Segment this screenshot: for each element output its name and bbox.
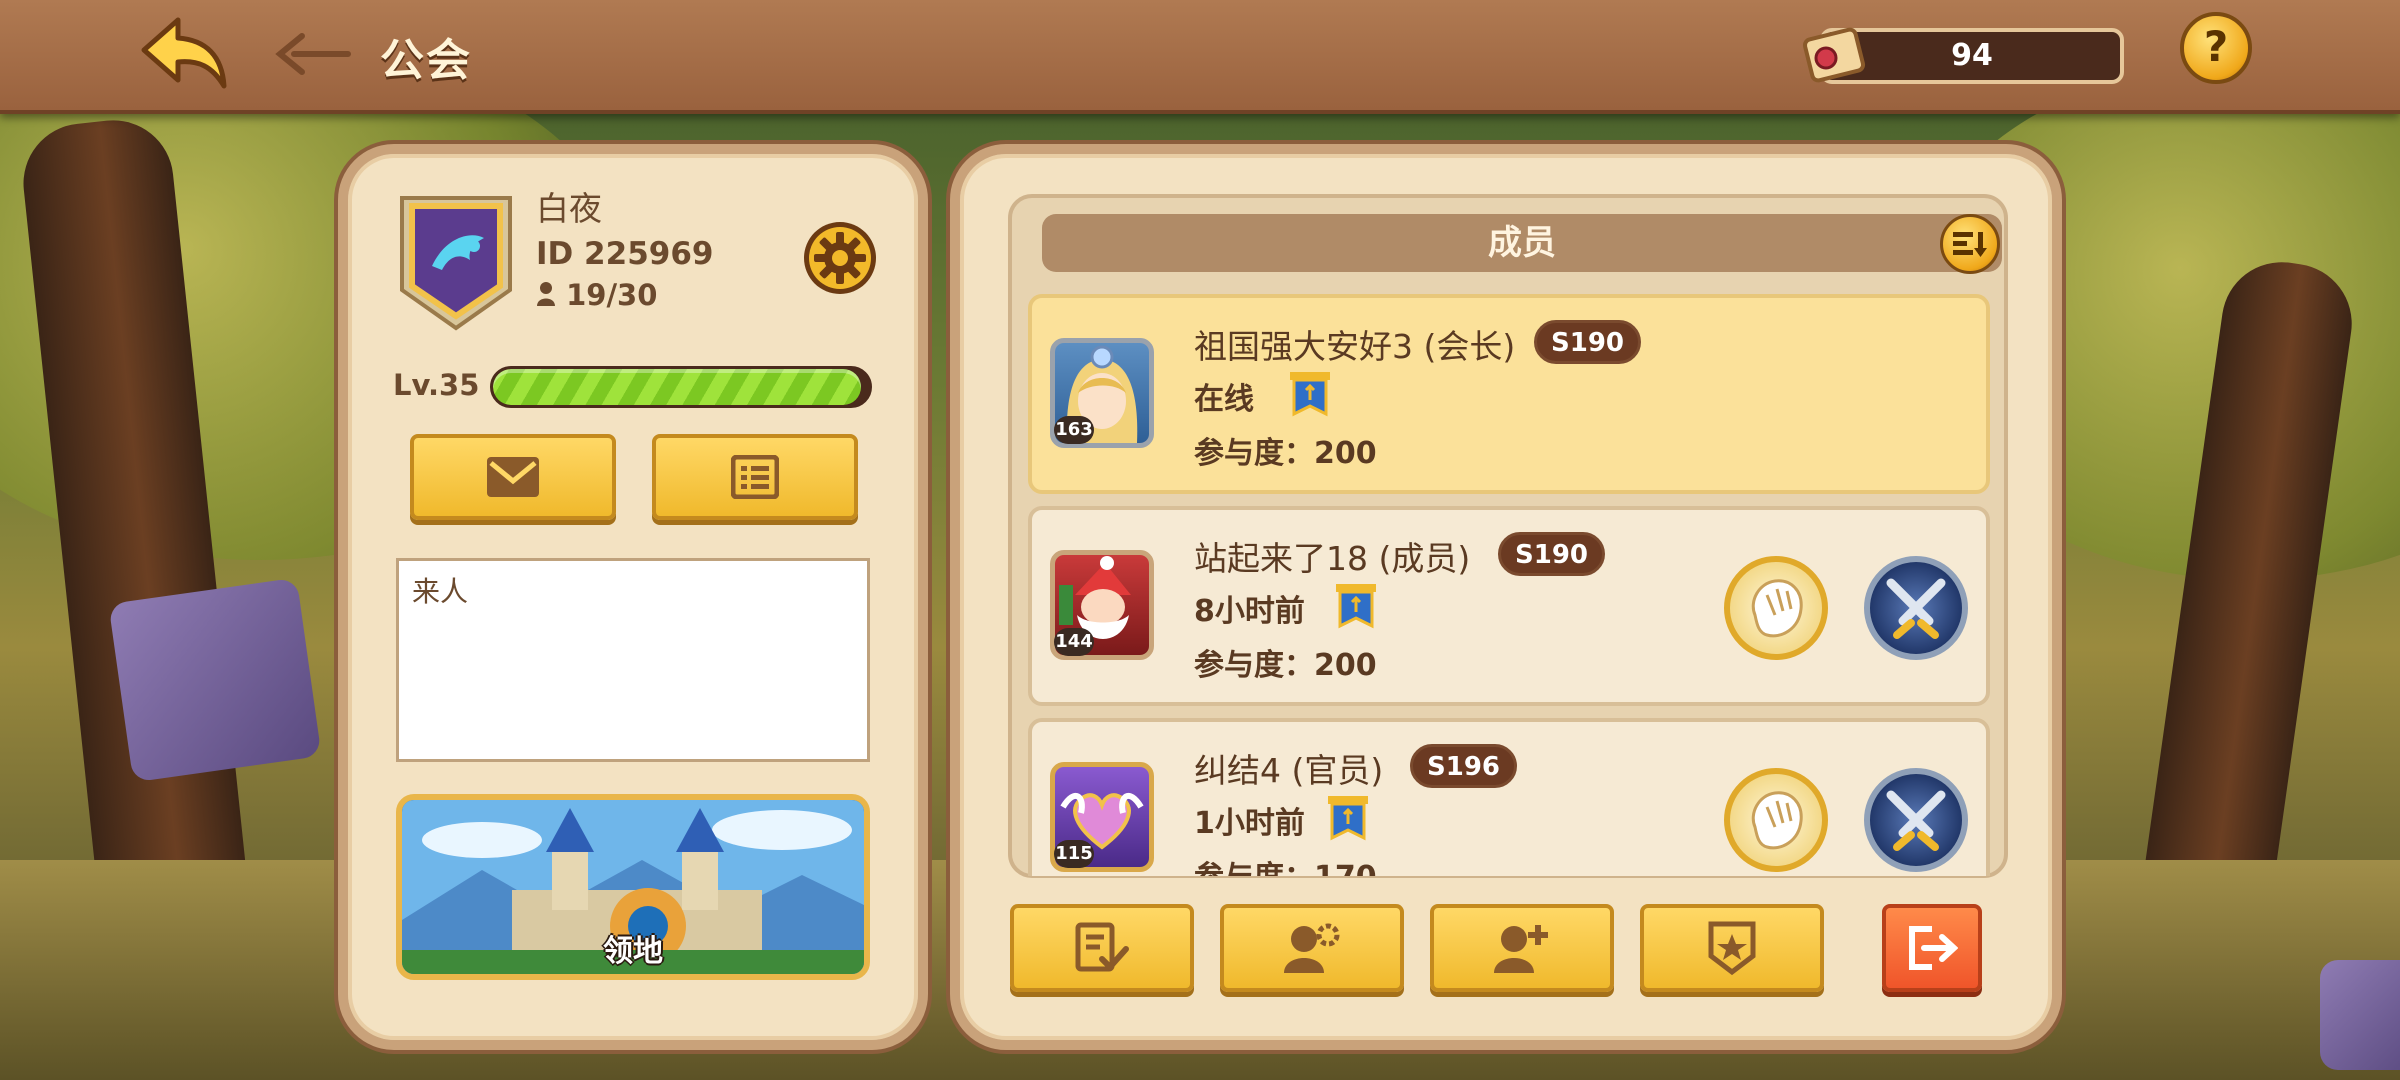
territory-label: 领地 bbox=[603, 934, 663, 969]
help-icon: ? bbox=[2203, 22, 2229, 71]
duel-button[interactable] bbox=[1864, 768, 1968, 872]
guild-name: 白夜 bbox=[536, 189, 602, 228]
guild-id: ID 225969 bbox=[536, 236, 714, 272]
rank-flag-icon bbox=[1336, 584, 1376, 629]
member-name: 站起来了18 (成员) bbox=[1194, 539, 1471, 578]
member-server-badge: S190 bbox=[1534, 320, 1641, 364]
sort-button[interactable] bbox=[1940, 214, 2000, 274]
guild-emblem-button[interactable] bbox=[1640, 904, 1824, 992]
member-contribution: 参与度：170 bbox=[1194, 852, 1377, 876]
help-button[interactable]: ? bbox=[2180, 12, 2252, 84]
member-row[interactable]: 144 站起来了18 (成员) S190 8小时前 参与度：200 bbox=[1028, 506, 1990, 706]
duel-button[interactable] bbox=[1864, 556, 1968, 660]
guild-settings-button[interactable] bbox=[800, 218, 880, 298]
person-icon bbox=[536, 280, 556, 306]
page-title: 公会 bbox=[380, 35, 472, 86]
guild-exp-fill bbox=[493, 369, 862, 405]
list-icon bbox=[731, 455, 779, 499]
guild-shield-icon[interactable] bbox=[398, 194, 514, 332]
guild-mail-button[interactable] bbox=[410, 434, 616, 520]
guild-level: Lv.35 bbox=[393, 368, 480, 402]
applications-button[interactable] bbox=[1010, 904, 1194, 992]
member-server-badge: S196 bbox=[1410, 744, 1517, 788]
guild-coin-icon bbox=[1800, 22, 1870, 88]
guild-notice-text: 来人 bbox=[412, 575, 469, 608]
member-level-badge: 115 bbox=[1054, 840, 1094, 868]
member-row[interactable]: 115 纠结4 (官员) S196 1小时前 参与度：170 bbox=[1028, 718, 1990, 876]
guild-log-button[interactable] bbox=[652, 434, 858, 520]
rank-flag-icon bbox=[1290, 372, 1330, 417]
member-status: 8小时前 bbox=[1194, 594, 1305, 629]
greet-button[interactable] bbox=[1724, 556, 1828, 660]
member-name: 祖国强大安好3 (会长) bbox=[1194, 327, 1516, 366]
member-name: 纠结4 (官员) bbox=[1194, 751, 1384, 790]
mail-icon bbox=[487, 457, 539, 497]
sort-icon bbox=[1953, 232, 1987, 257]
member-settings-icon bbox=[1284, 923, 1340, 973]
member-count-text: 19/30 bbox=[566, 278, 658, 312]
add-member-icon bbox=[1494, 925, 1548, 973]
member-server-badge: S190 bbox=[1498, 532, 1605, 576]
crossed-swords-icon bbox=[1886, 578, 1946, 639]
recruit-member-button[interactable] bbox=[1430, 904, 1614, 992]
crossed-swords-icon bbox=[1886, 790, 1946, 851]
wave-hand-icon bbox=[1751, 579, 1803, 638]
exit-icon bbox=[1909, 926, 1958, 970]
member-contribution: 参与度：200 bbox=[1194, 648, 1377, 683]
member-level-badge: 163 bbox=[1054, 416, 1094, 444]
member-row[interactable]: 163 祖国强大安好3 (会长) S190 在线 参与度：200 bbox=[1028, 294, 1990, 494]
guild-exp-bar bbox=[490, 366, 872, 408]
member-management-button[interactable] bbox=[1220, 904, 1404, 992]
member-status: 在线 bbox=[1194, 382, 1254, 417]
member-status: 1小时前 bbox=[1194, 806, 1305, 841]
member-level-badge: 144 bbox=[1054, 628, 1094, 656]
guild-member-count: 19/30 bbox=[536, 278, 657, 312]
rank-flag-icon bbox=[1328, 796, 1368, 841]
wave-hand-icon bbox=[1751, 791, 1803, 850]
purple-rock bbox=[108, 577, 322, 783]
purple-rock-right bbox=[2320, 960, 2400, 1070]
back-arrow-icon[interactable] bbox=[138, 14, 228, 92]
shield-star-icon bbox=[1708, 921, 1756, 976]
members-title: 成员 bbox=[1488, 223, 1556, 263]
gear-icon bbox=[804, 222, 876, 294]
member-list[interactable]: 163 祖国强大安好3 (会长) S190 在线 参与度：200 144 站起来… bbox=[1028, 290, 1990, 876]
greet-button[interactable] bbox=[1724, 768, 1828, 872]
member-contribution: 参与度：200 bbox=[1194, 436, 1377, 471]
breadcrumb-arrow-icon bbox=[272, 28, 352, 78]
leave-guild-button[interactable] bbox=[1882, 904, 1982, 992]
apply-list-icon bbox=[1075, 922, 1129, 972]
